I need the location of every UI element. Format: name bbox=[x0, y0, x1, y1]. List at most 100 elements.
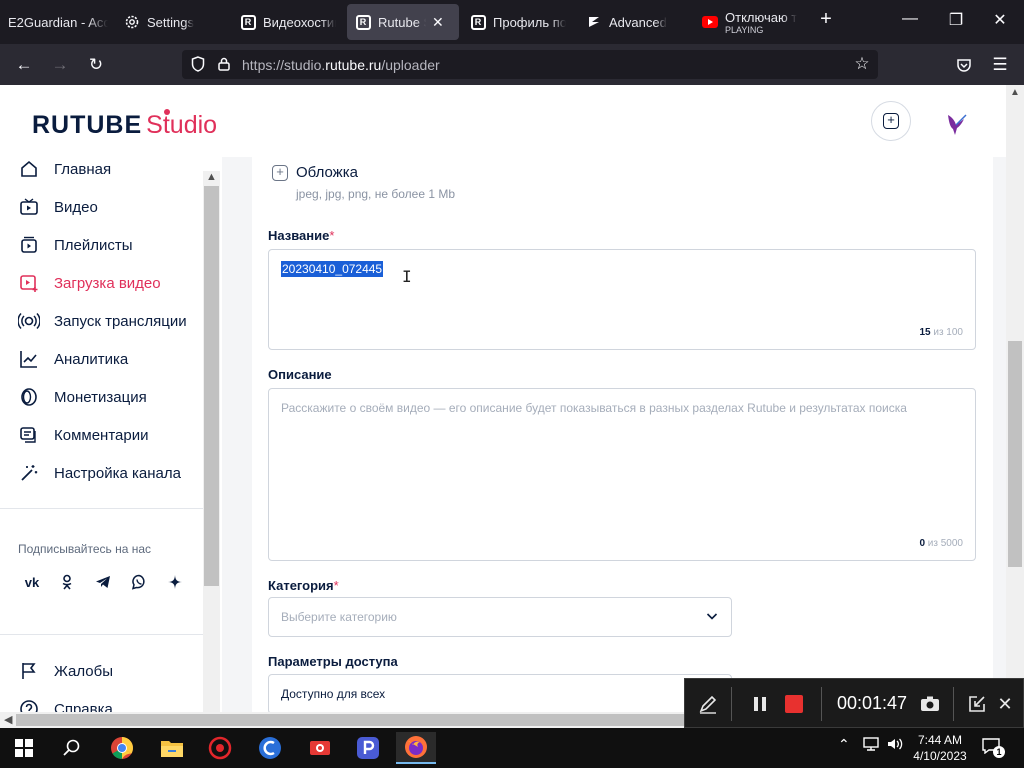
recording-timer: 00:01:47 bbox=[837, 693, 908, 713]
notification-count-badge: 1 bbox=[993, 746, 1005, 758]
clock-time: 7:44 AM bbox=[917, 733, 963, 747]
chevron-up-icon[interactable]: ⌃ bbox=[838, 736, 850, 753]
pcloud-icon[interactable] bbox=[348, 732, 388, 764]
menu-icon[interactable]: ☰ bbox=[990, 55, 1010, 75]
notification-center-icon[interactable]: 1 bbox=[982, 738, 1005, 758]
tab-title: Rutube Studio bbox=[378, 14, 426, 30]
minimize-recorder-icon[interactable] bbox=[965, 691, 989, 717]
vk-icon[interactable]: vk bbox=[18, 568, 46, 596]
broadcast-icon bbox=[18, 310, 40, 332]
tab-profile[interactable]: R Профиль пол bbox=[470, 4, 566, 40]
page-scroll-thumb[interactable] bbox=[1008, 341, 1022, 567]
pause-icon[interactable] bbox=[747, 691, 773, 717]
sidebar-item-channel-settings[interactable]: Настройка канала bbox=[18, 458, 181, 488]
reload-icon[interactable]: ↻ bbox=[86, 55, 106, 75]
access-select[interactable]: Доступно для всех bbox=[268, 674, 732, 714]
camera-icon[interactable] bbox=[917, 691, 943, 717]
add-cover-icon[interactable]: + bbox=[272, 165, 288, 181]
sidebar-item-home[interactable]: Главная bbox=[18, 154, 111, 184]
description-input[interactable]: Расскажите о своём видео — его описание … bbox=[268, 388, 976, 561]
plus-icon: + bbox=[883, 113, 899, 129]
subscribe-label: Подписывайтесь на нас bbox=[18, 542, 152, 556]
upload-video-icon bbox=[18, 272, 40, 294]
search-icon[interactable] bbox=[52, 732, 92, 764]
scroll-left-arrow-icon[interactable]: ◀ bbox=[4, 713, 12, 726]
tab-rutube-studio[interactable]: R Rutube Studio ✕ bbox=[347, 4, 459, 40]
scroll-up-arrow-icon[interactable]: ▲ bbox=[1010, 87, 1020, 98]
forward-icon[interactable]: → bbox=[50, 55, 70, 75]
file-explorer-icon[interactable] bbox=[152, 732, 192, 764]
page-vertical-scrollbar[interactable]: ▲ bbox=[1006, 85, 1024, 712]
tab-title: Видеохостинг bbox=[263, 14, 336, 30]
pocket-icon[interactable] bbox=[954, 55, 974, 75]
cover-title[interactable]: Обложка bbox=[296, 164, 358, 181]
sidebar-item-label: Жалобы bbox=[54, 662, 113, 680]
sidebar-item-playlists[interactable]: Плейлисты bbox=[18, 230, 133, 260]
sidebar-item-video[interactable]: Видео bbox=[18, 192, 98, 222]
network-icon[interactable] bbox=[862, 736, 880, 755]
sidebar-item-label: Монетизация bbox=[54, 388, 147, 406]
sidebar-item-label: Видео bbox=[54, 198, 98, 216]
close-window-icon[interactable]: ✕ bbox=[988, 10, 1012, 30]
create-button[interactable]: + bbox=[871, 101, 911, 141]
back-icon[interactable]: ← bbox=[14, 55, 34, 75]
hummingbird-icon bbox=[948, 114, 967, 135]
screen-recorder-app-icon[interactable] bbox=[300, 732, 340, 764]
tab-youtube-playing[interactable]: Отключаю те PLAYING bbox=[702, 4, 798, 40]
new-tab-icon[interactable]: + bbox=[814, 8, 838, 31]
windows-start-icon[interactable] bbox=[4, 732, 44, 764]
url-text: https://studio.rutube.ru/uploader bbox=[242, 57, 440, 73]
bookmark-star-icon[interactable]: ☆ bbox=[852, 54, 872, 74]
annotate-pen-icon[interactable] bbox=[695, 691, 721, 717]
sidebar-scrollbar[interactable]: ▲ bbox=[203, 171, 220, 712]
volume-icon[interactable] bbox=[886, 736, 904, 755]
name-input[interactable]: 20230410_072445 15 из 100 bbox=[268, 249, 976, 350]
close-recorder-icon[interactable]: ✕ bbox=[993, 691, 1017, 717]
screen-recorder-toolbar: 00:01:47 ✕ bbox=[684, 678, 1024, 728]
tab-advanced[interactable]: Advanced bbox=[586, 4, 686, 40]
ok-icon[interactable] bbox=[53, 568, 81, 596]
telegram-icon[interactable] bbox=[89, 568, 117, 596]
category-select[interactable]: Выберите категорию bbox=[268, 597, 732, 637]
sidebar-scroll-thumb[interactable] bbox=[204, 186, 219, 586]
close-tab-icon[interactable]: ✕ bbox=[432, 14, 444, 31]
youtube-favicon-icon bbox=[702, 14, 718, 30]
ccleaner-icon[interactable] bbox=[250, 732, 290, 764]
tab-title: Профиль пол bbox=[493, 14, 566, 30]
zen-icon[interactable] bbox=[161, 568, 189, 596]
avatar[interactable] bbox=[936, 103, 976, 143]
chrome-icon[interactable] bbox=[102, 732, 142, 764]
tracking-shield-icon[interactable] bbox=[188, 54, 208, 74]
minimize-icon[interactable]: — bbox=[898, 10, 922, 28]
firefox-icon[interactable] bbox=[396, 732, 436, 764]
recorder-divider bbox=[731, 687, 732, 721]
tab-videohosting[interactable]: R Видеохостинг bbox=[240, 4, 336, 40]
sidebar-item-broadcast[interactable]: Запуск трансляции bbox=[18, 306, 187, 336]
tab-e2guardian[interactable]: E2Guardian - Access bbox=[8, 4, 108, 40]
studio-header: RUTUBE Studio + bbox=[0, 85, 1006, 157]
sidebar-item-label: Комментарии bbox=[54, 426, 149, 444]
sidebar-item-upload-video[interactable]: Загрузка видео bbox=[18, 268, 161, 298]
stop-recording-icon[interactable] bbox=[781, 691, 807, 717]
taskbar: ⌃ 7:44 AM 4/10/2023 1 bbox=[0, 728, 1024, 768]
sidebar-item-label: Аналитика bbox=[54, 350, 129, 368]
sidebar-item-label: Плейлисты bbox=[54, 236, 133, 254]
description-char-counter: 0 из 5000 bbox=[919, 538, 963, 549]
sidebar-item-comments[interactable]: Комментарии bbox=[18, 420, 148, 450]
horizontal-scroll-thumb[interactable] bbox=[16, 714, 684, 726]
name-input-value: 20230410_072445 bbox=[281, 261, 384, 277]
viber-icon[interactable] bbox=[125, 568, 153, 596]
system-clock[interactable]: 7:44 AM 4/10/2023 bbox=[912, 732, 968, 764]
sidebar-item-complaints[interactable]: Жалобы bbox=[18, 656, 113, 686]
tab-settings[interactable]: Settings bbox=[124, 4, 224, 40]
security-app-icon[interactable] bbox=[200, 732, 240, 764]
rutube-studio-logo[interactable]: RUTUBE Studio bbox=[32, 109, 217, 140]
lock-icon[interactable] bbox=[214, 54, 234, 74]
sidebar: Главная Видео Плейлисты Загрузка видео З… bbox=[0, 154, 222, 718]
url-bar[interactable]: https://studio.rutube.ru/uploader ☆ bbox=[182, 50, 878, 79]
scroll-up-arrow-icon[interactable]: ▲ bbox=[206, 171, 217, 183]
sidebar-item-analytics[interactable]: Аналитика bbox=[18, 344, 128, 374]
restore-icon[interactable]: ❐ bbox=[944, 10, 968, 30]
advanced-favicon-icon bbox=[586, 14, 602, 30]
sidebar-item-monetization[interactable]: Монетизация bbox=[18, 382, 147, 412]
